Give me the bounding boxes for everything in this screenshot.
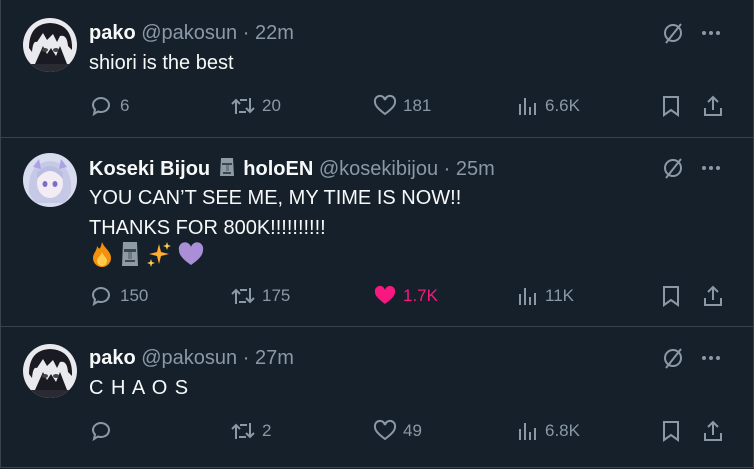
heart-filled-icon	[374, 285, 396, 304]
avatar[interactable]	[23, 153, 77, 207]
repost-icon	[231, 423, 255, 439]
user-handle[interactable]: @kosekibijou	[319, 158, 438, 180]
views-button[interactable]: 11K	[517, 281, 574, 311]
reply-button[interactable]: 150	[90, 281, 148, 311]
separator-dot: ·	[242, 22, 250, 44]
user-handle[interactable]: @pakosun	[141, 347, 237, 369]
action-bar: 2 49 6.8K	[1, 416, 753, 446]
avatar[interactable]	[23, 344, 77, 398]
repost-count: 175	[262, 286, 291, 305]
tweet-header: Koseki Bijou holoEN @kosekibijou · 25m	[89, 156, 495, 184]
tweet-header: pako @pakosun · 22m	[89, 21, 294, 45]
views-icon	[519, 98, 536, 115]
avatar[interactable]	[23, 18, 77, 72]
timestamp[interactable]: 22m	[255, 22, 294, 44]
display-name[interactable]: pako	[89, 22, 136, 44]
action-bar: 6 20 181 6.6K	[1, 91, 753, 121]
reply-icon	[91, 287, 110, 307]
repost-count: 2	[262, 421, 272, 440]
like-button[interactable]: 181	[373, 91, 431, 121]
reply-icon	[91, 97, 110, 117]
separator-dot: ·	[242, 347, 250, 369]
fire-emoji	[93, 242, 111, 267]
repost-count: 20	[262, 96, 281, 115]
purple-heart-emoji	[178, 242, 204, 265]
tweet-header: pako @pakosun · 27m	[89, 346, 294, 370]
reply-button[interactable]	[90, 416, 120, 446]
views-button[interactable]: 6.8K	[517, 416, 580, 446]
like-count: 49	[403, 421, 422, 440]
sparkles-emoji	[147, 242, 171, 267]
more-options-icon[interactable]	[699, 21, 723, 45]
more-options-icon[interactable]	[699, 156, 723, 180]
views-count: 6.6K	[545, 96, 580, 115]
separator-dot: ·	[443, 158, 451, 180]
repost-icon	[231, 98, 255, 114]
moai-emoji	[122, 242, 138, 266]
views-icon	[519, 288, 536, 305]
grok-icon[interactable]	[661, 21, 685, 45]
like-button[interactable]: 1.7K	[373, 281, 438, 311]
display-name[interactable]: Koseki Bijou	[89, 158, 210, 180]
repost-button[interactable]: 175	[230, 281, 290, 311]
bookmark-icon[interactable]	[660, 281, 682, 311]
reply-count: 6	[120, 96, 130, 115]
heart-icon	[373, 419, 397, 441]
user-handle[interactable]: @pakosun	[141, 22, 237, 44]
bookmark-icon[interactable]	[660, 91, 682, 121]
tweet[interactable]: pako @pakosun · 22m shiori is the best 6…	[1, 0, 753, 138]
like-button[interactable]: 49	[373, 416, 422, 446]
reply-button[interactable]: 6	[90, 91, 129, 121]
like-count: 1.7K	[403, 286, 438, 305]
tweet-text: YOU CAN’T SEE ME, MY TIME IS NOW!! THANK…	[89, 187, 462, 239]
views-icon	[519, 423, 536, 440]
repost-button[interactable]: 2	[230, 416, 271, 446]
repost-icon	[231, 288, 255, 304]
share-icon[interactable]	[702, 91, 724, 121]
emoji-row	[89, 240, 205, 268]
views-count: 11K	[545, 286, 574, 305]
reply-icon	[91, 422, 110, 442]
reply-count: 150	[120, 286, 149, 305]
tweet-text: shiori is the best	[89, 52, 234, 74]
display-name[interactable]: pako	[89, 347, 136, 369]
tweet-text: C H A O S	[89, 377, 190, 399]
timestamp[interactable]: 25m	[456, 158, 495, 180]
views-count: 6.8K	[545, 421, 580, 440]
action-bar: 150 175 1.7K 11K	[1, 281, 753, 311]
like-count: 181	[403, 96, 432, 115]
more-options-icon[interactable]	[699, 346, 723, 370]
repost-button[interactable]: 20	[230, 91, 281, 121]
share-icon[interactable]	[702, 416, 724, 446]
heart-icon	[373, 94, 397, 116]
share-icon[interactable]	[702, 281, 724, 311]
grok-icon[interactable]	[661, 346, 685, 370]
moai-emoji	[218, 156, 236, 184]
timestamp[interactable]: 27m	[255, 347, 294, 369]
bookmark-icon[interactable]	[660, 416, 682, 446]
tweet[interactable]: pako @pakosun · 27m C H A O S 2 49 6.8K	[1, 327, 753, 469]
grok-icon[interactable]	[661, 156, 685, 180]
tweet[interactable]: Koseki Bijou holoEN @kosekibijou · 25m Y…	[1, 138, 753, 327]
display-name-suffix[interactable]: holoEN	[243, 158, 313, 180]
views-button[interactable]: 6.6K	[517, 91, 580, 121]
